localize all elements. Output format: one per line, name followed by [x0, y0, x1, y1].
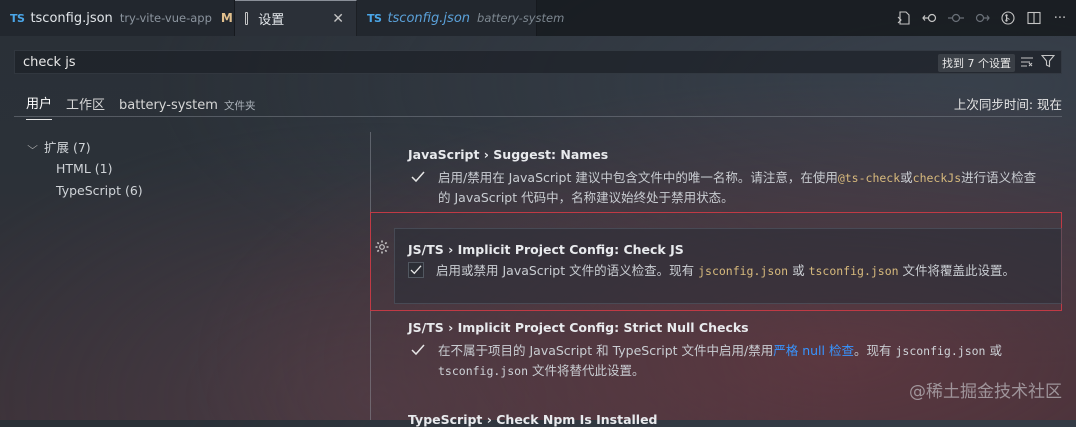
settings-toc: ⌵ 扩展 (7) HTML (1) TypeScript (6) — [27, 135, 143, 201]
toc-item-html[interactable]: HTML (1) — [30, 157, 143, 179]
sync-status: 上次同步时间: 现在 — [953, 97, 1062, 112]
toc-label: 扩展 (7) — [44, 139, 91, 155]
setting-title: JavaScript › Suggest: Names — [408, 147, 1058, 162]
filter-icon[interactable] — [1041, 54, 1055, 68]
circle-icon[interactable] — [948, 10, 964, 26]
setting-title: JS/TS › Implicit Project Config: Strict … — [408, 320, 1058, 335]
setting-checkbox[interactable] — [408, 262, 424, 278]
folder-name: battery-system — [119, 98, 218, 113]
setting-category: JavaScript › Suggest: — [408, 147, 561, 162]
setting-description: 在不属于项目的 JavaScript 和 TypeScript 文件中启用/禁用… — [438, 343, 1002, 378]
setting-name: Names — [560, 147, 609, 162]
setting-name: Strict Null Checks — [623, 320, 749, 335]
close-icon[interactable]: ✕ — [332, 11, 344, 27]
tab-tsconfig-battery[interactable]: TS tsconfig.json battery-system — [357, 0, 564, 36]
tab-settings[interactable]: 设置 ✕ — [235, 0, 357, 36]
toc-label: TypeScript (6) — [56, 182, 143, 198]
go-back-icon[interactable] — [922, 10, 938, 26]
tab-description: battery-system — [477, 11, 565, 25]
check-icon — [410, 265, 422, 275]
setting-category: JS/TS › Implicit Project Config: — [408, 320, 624, 335]
tab-description: try-vite-vue-app — [119, 11, 212, 25]
setting-checkbox[interactable] — [410, 342, 426, 358]
toc-item-extensions[interactable]: ⌵ 扩展 (7) — [27, 135, 143, 157]
setting-name: Check JS — [623, 242, 684, 257]
clear-filter-icon[interactable] — [1021, 57, 1033, 67]
folder-hint: 文件夹 — [223, 100, 256, 112]
modified-indicator: M — [220, 11, 233, 25]
branch-icon[interactable] — [1000, 10, 1016, 26]
tab-title: tsconfig.json — [387, 10, 471, 26]
editor-toolbar: ··· — [896, 0, 1068, 36]
check-icon — [411, 171, 425, 183]
setting-strict-null-checks: JS/TS › Implicit Project Config: Strict … — [408, 320, 1058, 381]
search-value: check js — [23, 55, 76, 70]
setting-category: JS/TS › Implicit Project Config: — [408, 242, 624, 257]
split-editor-icon[interactable] — [1026, 10, 1042, 26]
toc-label: HTML (1) — [56, 160, 113, 176]
strict-null-link[interactable]: 严格 null 检查 — [773, 343, 854, 358]
settings-search-input[interactable]: check js 找到 7 个设置 — [14, 50, 1062, 74]
tab-tsconfig-try-vite[interactable]: TS tsconfig.json try-vite-vue-app M — [0, 0, 235, 36]
tab-title: 设置 — [258, 13, 285, 28]
gear-icon[interactable] — [374, 239, 390, 255]
setting-checkbox[interactable] — [410, 169, 426, 185]
toc-item-typescript[interactable]: TypeScript (6) — [30, 179, 143, 201]
result-count-badge: 找到 7 个设置 — [938, 54, 1015, 72]
setting-description: 启用或禁用 JavaScript 文件的语义检查。现有 jsconfig.jso… — [436, 263, 1016, 278]
more-icon[interactable]: ··· — [1052, 10, 1068, 26]
chevron-down-icon: ⌵ — [27, 140, 38, 152]
file-icon — [245, 12, 249, 25]
typescript-icon: TS — [10, 11, 25, 25]
header-divider — [14, 116, 1062, 117]
setting-title: JS/TS › Implicit Project Config: Check J… — [408, 242, 1058, 257]
check-icon — [411, 344, 425, 356]
tab-title: tsconfig.json — [30, 10, 113, 26]
setting-check-js: JS/TS › Implicit Project Config: Check J… — [408, 242, 1058, 281]
setting-description: 启用/禁用在 JavaScript 建议中包含文件中的唯一名称。请注意，在使用@… — [438, 170, 1037, 205]
go-forward-icon[interactable] — [974, 10, 990, 26]
watermark: @稀土掘金技术社区 — [909, 382, 1062, 402]
open-json-icon[interactable] — [896, 10, 912, 26]
typescript-icon: TS — [367, 11, 382, 25]
setting-suggest-names: JavaScript › Suggest: Names 启用/禁用在 JavaS… — [408, 147, 1058, 208]
